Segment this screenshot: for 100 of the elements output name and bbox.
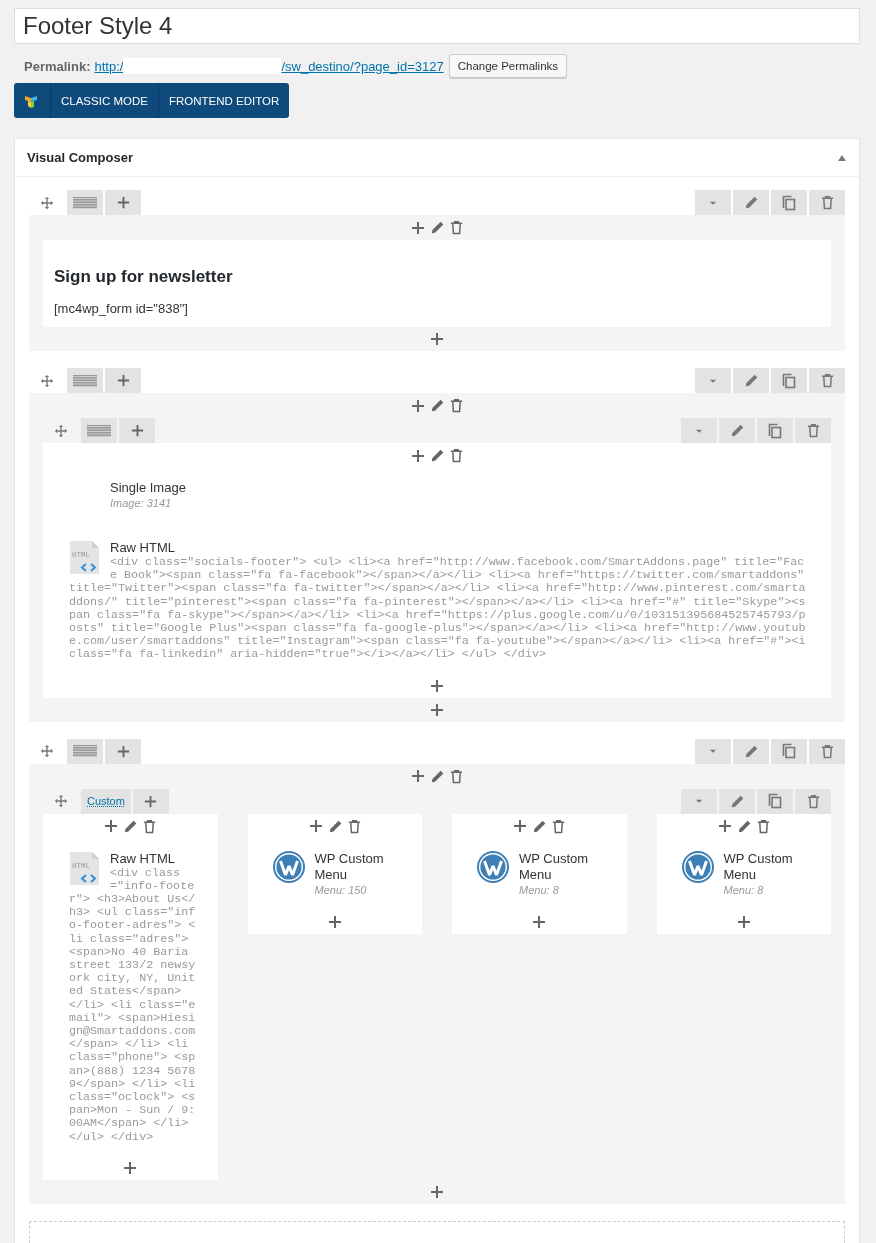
element-meta: Menu: 8 xyxy=(723,882,765,898)
permalink-link[interactable]: http:/ /sw_destino/?page_id=3127 xyxy=(94,58,444,74)
add-column-tab[interactable] xyxy=(132,788,169,814)
copy-icon xyxy=(781,372,797,389)
element-meta: Menu: 150 xyxy=(314,882,368,898)
edit-button[interactable] xyxy=(733,190,769,215)
edit-button[interactable] xyxy=(733,368,769,393)
edit-button[interactable] xyxy=(733,738,769,764)
element-title: Single Image xyxy=(110,480,187,496)
mode-button[interactable]: FRONTEND EDITOR xyxy=(158,83,290,118)
add-column-tab[interactable] xyxy=(105,368,141,393)
trash-icon xyxy=(819,195,835,210)
pencil-icon xyxy=(729,793,745,809)
pencil-icon xyxy=(743,743,759,759)
trash-icon[interactable] xyxy=(755,818,771,834)
layout-tab[interactable]: Custom xyxy=(81,788,131,814)
plus-icon[interactable] xyxy=(410,219,426,236)
lines-icon xyxy=(73,745,97,758)
copy-icon xyxy=(781,743,797,760)
plus-icon xyxy=(115,743,131,759)
edit-button[interactable] xyxy=(719,418,755,443)
wordpress-logo-icon xyxy=(477,850,509,883)
move-icon[interactable] xyxy=(54,794,68,809)
plus-icon xyxy=(115,373,131,388)
delete-button[interactable] xyxy=(795,788,831,814)
clone-button[interactable] xyxy=(771,368,807,393)
element-title: Raw HTML xyxy=(110,540,176,556)
panel-title: Visual Composer xyxy=(27,150,133,165)
plus-icon[interactable] xyxy=(716,818,733,835)
pencil-icon xyxy=(743,373,759,388)
clone-button[interactable] xyxy=(771,190,807,215)
edit-button[interactable] xyxy=(719,788,755,814)
element-meta: Menu: 8 xyxy=(519,882,560,898)
move-icon[interactable] xyxy=(40,373,54,388)
pencil-icon[interactable] xyxy=(430,220,445,235)
move-icon[interactable] xyxy=(54,423,68,438)
trash-icon[interactable] xyxy=(449,398,464,413)
trash-icon xyxy=(819,373,835,388)
lines-icon xyxy=(73,196,97,209)
add-column-tab[interactable] xyxy=(119,418,155,443)
trash-icon xyxy=(805,423,821,438)
trash-icon[interactable] xyxy=(346,818,362,834)
plus-icon[interactable] xyxy=(103,818,120,835)
pencil-icon[interactable] xyxy=(430,768,445,784)
plus-icon[interactable] xyxy=(410,397,426,414)
layout-tab[interactable] xyxy=(67,738,103,764)
pencil-icon[interactable] xyxy=(430,448,445,463)
trash-icon[interactable] xyxy=(449,220,464,235)
plus-icon[interactable] xyxy=(429,331,445,347)
plus-icon[interactable] xyxy=(429,701,445,718)
trash-icon[interactable] xyxy=(449,768,464,784)
element-title: Raw HTML xyxy=(110,850,176,867)
pencil-icon[interactable] xyxy=(123,818,139,834)
plus-icon[interactable] xyxy=(326,913,343,930)
plus-icon[interactable] xyxy=(410,768,426,785)
delete-button[interactable] xyxy=(795,418,831,443)
plus-icon xyxy=(129,423,145,438)
plus-icon[interactable] xyxy=(410,447,426,464)
delete-button[interactable] xyxy=(809,738,845,764)
copy-icon xyxy=(781,194,797,211)
plus-icon[interactable] xyxy=(122,1159,139,1176)
plus-icon xyxy=(143,793,159,809)
mode-button[interactable]: CLASSIC MODE xyxy=(51,83,159,118)
move-icon[interactable] xyxy=(40,195,54,210)
plus-icon[interactable] xyxy=(531,913,548,930)
add-column-tab[interactable] xyxy=(105,738,141,764)
plus-icon xyxy=(115,195,131,210)
plus-icon[interactable] xyxy=(429,1183,445,1200)
pencil-icon[interactable] xyxy=(532,818,548,834)
delete-button[interactable] xyxy=(809,190,845,215)
clone-button[interactable] xyxy=(771,738,807,764)
change-permalinks-button[interactable]: Change Permalinks xyxy=(448,54,568,78)
trash-icon[interactable] xyxy=(142,818,158,834)
plus-icon[interactable] xyxy=(429,677,445,694)
permalink-label: Permalink: xyxy=(24,58,91,74)
trash-icon[interactable] xyxy=(551,818,567,834)
trash-icon[interactable] xyxy=(449,448,464,463)
wordpress-logo-icon xyxy=(681,850,714,883)
pencil-icon xyxy=(729,423,745,438)
copy-icon xyxy=(767,422,783,439)
trash-icon xyxy=(805,793,821,809)
pencil-icon[interactable] xyxy=(430,398,445,413)
copy-icon xyxy=(767,793,783,810)
pencil-icon[interactable] xyxy=(736,818,752,834)
element-title: WP Custom Menu xyxy=(723,850,794,883)
lines-icon xyxy=(87,424,111,437)
clone-button[interactable] xyxy=(757,418,793,443)
element-meta: Image: 3141 xyxy=(110,496,173,511)
trash-icon xyxy=(819,743,835,759)
delete-button[interactable] xyxy=(809,368,845,393)
clone-button[interactable] xyxy=(757,788,793,814)
add-column-tab[interactable] xyxy=(105,190,141,215)
plus-icon[interactable] xyxy=(512,818,529,835)
plus-icon[interactable] xyxy=(307,818,324,835)
text-block-heading: Sign up for newsletter xyxy=(54,266,234,288)
pencil-icon[interactable] xyxy=(327,818,343,834)
plus-icon[interactable] xyxy=(735,913,752,930)
move-icon[interactable] xyxy=(40,744,54,759)
title-field[interactable]: Footer Style 4 xyxy=(14,8,860,44)
element-title: WP Custom Menu xyxy=(519,850,590,883)
